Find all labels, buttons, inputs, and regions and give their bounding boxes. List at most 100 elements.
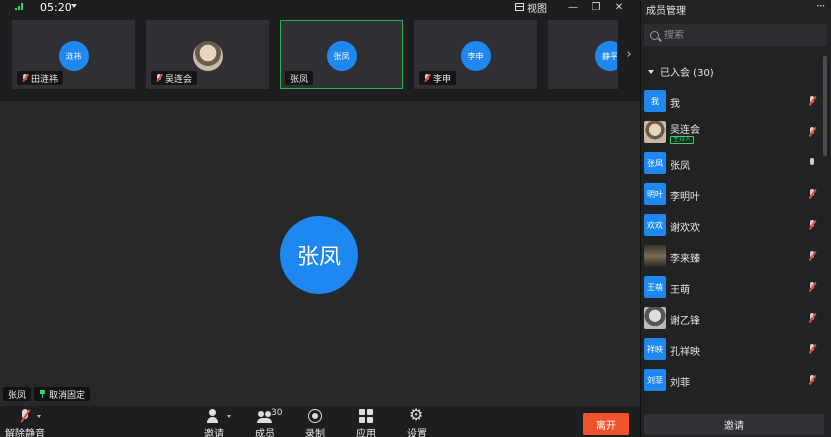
video-tile-active[interactable]: 张凤 张凤 — [280, 20, 403, 89]
mic-muted-icon[interactable] — [807, 251, 817, 262]
member-name: 李明叶 — [670, 192, 700, 203]
mic-muted-icon — [424, 74, 430, 82]
add-user-icon — [206, 408, 222, 424]
member-name: 刘菲 — [670, 378, 690, 389]
member-name: 吴连会 — [670, 125, 700, 136]
invite-button[interactable]: 邀请 — [204, 408, 224, 437]
gear-icon — [409, 405, 425, 424]
avatar: 李申 — [460, 41, 491, 71]
mic-muted-icon[interactable] — [807, 96, 817, 107]
pin-icon — [39, 390, 46, 398]
mic-muted-icon[interactable] — [807, 127, 817, 138]
panel-invite-button[interactable]: 邀请 — [644, 414, 824, 435]
bottom-toolbar: 解除静音 邀请 30 成员 录制 应用 设置 离开 — [0, 405, 640, 437]
host-badge: 主持人 — [670, 136, 695, 144]
list-item[interactable]: 欢欢 谢欢欢 — [641, 210, 827, 241]
name-tag: 李申 — [419, 71, 457, 85]
invite-label: 邀请 — [204, 429, 224, 437]
mic-muted-icon[interactable] — [807, 282, 817, 293]
video-strip: 涟祎 田涟祎 吴连会 张凤 张凤 李申 李申 静平 › — [0, 14, 640, 101]
main-video-stage: 张凤 张凤 取消固定 — [0, 101, 640, 406]
mic-muted-icon[interactable] — [807, 313, 817, 324]
member-name: 谢欢欢 — [670, 223, 700, 234]
close-icon[interactable]: ✕ — [612, 0, 626, 14]
meeting-timer[interactable]: 05:20 — [40, 1, 72, 14]
caret-down-icon — [648, 69, 654, 74]
video-tile[interactable]: 李申 李申 — [414, 20, 537, 89]
video-tile[interactable]: 吴连会 — [146, 20, 269, 89]
unpin-label: 取消固定 — [49, 390, 86, 401]
mic-muted-icon — [17, 408, 33, 424]
member-name: 王萌 — [670, 285, 690, 296]
list-item[interactable]: 谢乙锋 — [641, 303, 827, 334]
meeting-app: 05:20 视图 — ❐ ✕ 涟祎 田涟祎 吴连会 张凤 张凤 李申 李申 静平… — [0, 0, 831, 437]
list-item[interactable]: 明叶 李明叶 — [641, 179, 827, 210]
mic-muted-icon[interactable] — [807, 220, 817, 231]
apps-button[interactable]: 应用 — [356, 408, 376, 437]
participant-name: 吴连会 — [165, 74, 193, 85]
unmute-button[interactable]: 解除静音 — [5, 408, 45, 437]
members-label: 成员 — [255, 429, 275, 437]
search-input[interactable] — [664, 29, 814, 41]
speaker-name-tag: 张凤 — [3, 387, 32, 401]
avatar: 明叶 — [644, 183, 666, 205]
name-tag: 吴连会 — [151, 71, 198, 85]
settings-button[interactable]: 设置 — [407, 405, 427, 437]
avatar: 涟祎 — [58, 41, 89, 71]
member-name: 张凤 — [670, 161, 690, 172]
list-item[interactable]: 我 我 — [641, 86, 827, 117]
more-icon[interactable]: ··· — [816, 0, 826, 13]
mic-muted-icon[interactable] — [807, 375, 817, 386]
members-button[interactable]: 30 成员 — [255, 408, 282, 437]
avatar-photo — [644, 245, 666, 267]
unpin-button[interactable]: 取消固定 — [34, 387, 91, 401]
member-name: 李来臻 — [670, 254, 700, 265]
chevron-down-icon[interactable] — [227, 415, 231, 418]
speaker-avatar: 张凤 — [280, 216, 358, 294]
top-bar: 05:20 视图 — ❐ ✕ — [0, 0, 640, 15]
list-item[interactable]: 祥映 孔祥映 — [641, 334, 827, 365]
list-item[interactable]: 王萌 王萌 — [641, 272, 827, 303]
video-tile[interactable]: 涟祎 田涟祎 — [12, 20, 135, 89]
list-item[interactable]: 李来臻 — [641, 241, 827, 272]
stage-tags: 张凤 取消固定 — [3, 387, 91, 401]
list-item[interactable]: 张凤 张凤 — [641, 148, 827, 179]
members-icon: 30 — [257, 408, 282, 424]
member-count: 30 — [271, 408, 283, 418]
avatar: 欢欢 — [644, 214, 666, 236]
panel-title: 成员管理 — [646, 6, 686, 17]
search-icon — [650, 30, 659, 40]
signal-icon — [15, 3, 24, 10]
mic-icon[interactable] — [807, 158, 817, 169]
participant-name: 李申 — [433, 74, 452, 85]
minimize-icon[interactable]: — — [566, 0, 580, 14]
leave-button[interactable]: 离开 — [583, 413, 629, 435]
mic-muted-icon[interactable] — [807, 189, 817, 200]
avatar-photo — [644, 121, 666, 143]
member-name: 我 — [670, 99, 680, 110]
avatar-photo — [192, 41, 223, 71]
video-tile[interactable]: 静平 — [548, 20, 618, 89]
chevron-down-icon[interactable] — [37, 415, 41, 418]
avatar: 王萌 — [644, 276, 666, 298]
chevron-down-icon[interactable] — [71, 4, 77, 8]
record-button[interactable]: 录制 — [305, 408, 325, 437]
list-item[interactable]: 吴连会 主持人 — [641, 117, 827, 148]
chevron-right-icon[interactable]: › — [621, 34, 637, 74]
member-name: 孔祥映 — [670, 347, 700, 358]
mic-muted-icon — [22, 74, 28, 82]
avatar: 我 — [644, 90, 666, 112]
restore-icon[interactable]: ❐ — [589, 0, 603, 14]
group-label: 已入会 (30) — [660, 68, 714, 79]
scrollbar[interactable] — [823, 56, 827, 156]
group-header-joined[interactable]: 已入会 (30) — [648, 64, 714, 79]
avatar: 祥映 — [644, 338, 666, 360]
mic-muted-icon[interactable] — [807, 344, 817, 355]
view-button[interactable]: 视图 — [515, 0, 547, 15]
member-search[interactable] — [644, 24, 827, 46]
avatar: 张凤 — [326, 41, 357, 71]
participant-name: 田涟祎 — [31, 74, 59, 85]
list-item[interactable]: 刘菲 刘菲 — [641, 365, 827, 396]
layout-icon — [515, 3, 524, 11]
avatar: 静平 — [595, 41, 617, 71]
